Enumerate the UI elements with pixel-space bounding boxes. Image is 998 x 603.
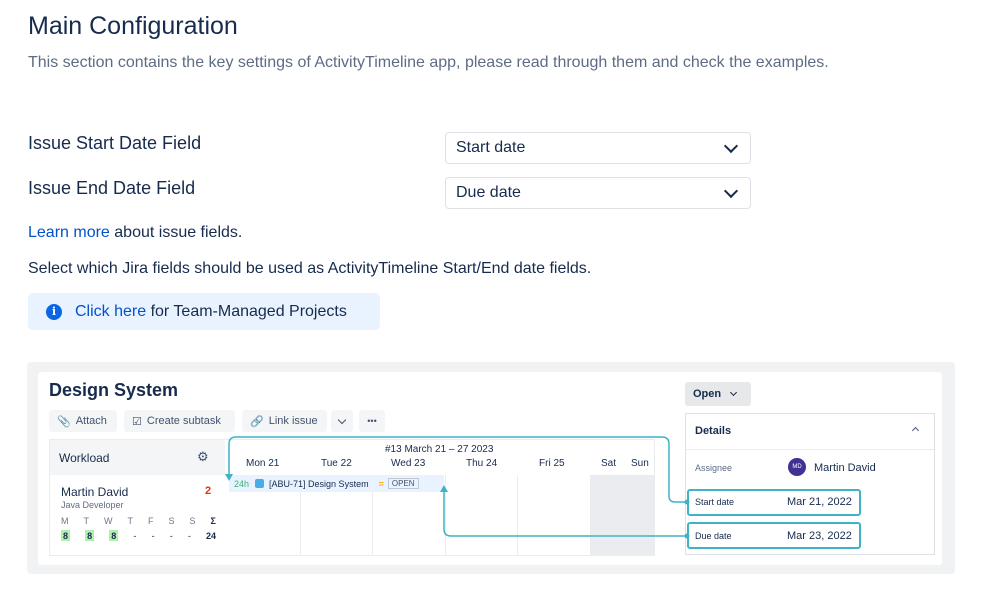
due-date-connector bbox=[443, 490, 687, 537]
connector-arrows bbox=[225, 436, 690, 539]
due-arrowhead bbox=[440, 485, 448, 492]
start-arrowhead bbox=[225, 474, 233, 481]
due-dot bbox=[684, 533, 690, 539]
start-dot bbox=[684, 499, 690, 505]
start-date-connector bbox=[228, 436, 687, 503]
